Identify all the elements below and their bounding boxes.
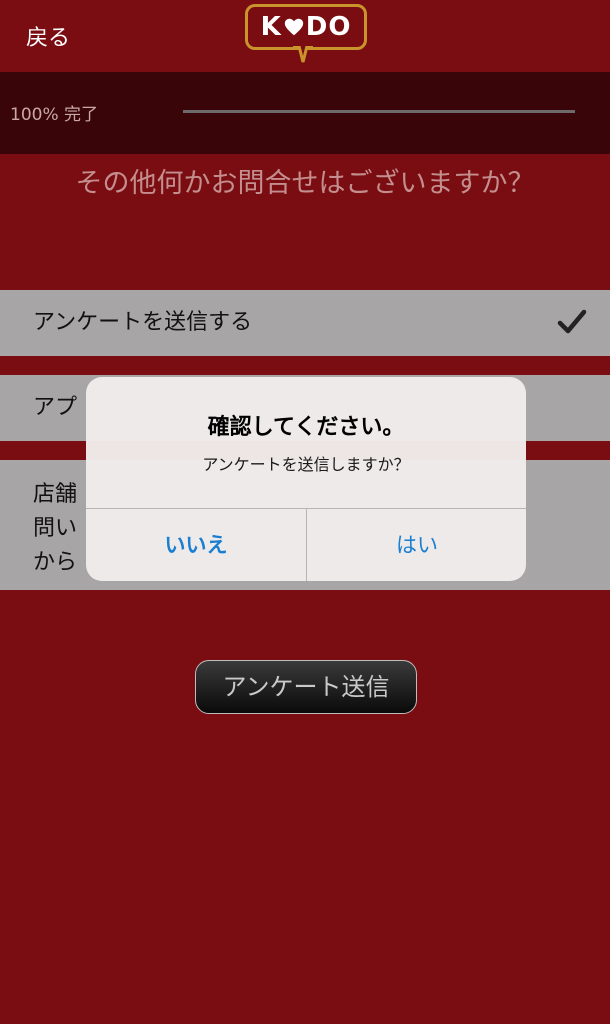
logo-speech-tail-icon <box>293 46 313 63</box>
kodo-logo: K DO <box>245 4 367 50</box>
survey-screen: 戻る K DO 100% 完了 その他何かお問合せはございますか？ アンケートを… <box>0 0 610 1024</box>
logo-text-left: K <box>260 12 282 42</box>
dialog-no-button[interactable]: いいえ <box>86 509 306 581</box>
logo-text-right: DO <box>305 12 352 42</box>
submit-survey-button[interactable]: アンケート送信 <box>195 660 417 714</box>
progress-section: 100% 完了 <box>0 72 610 154</box>
dialog-message: アンケートを送信しますか？ <box>202 455 410 474</box>
option-label: アンケートを送信する <box>33 310 253 335</box>
back-button[interactable]: 戻る <box>26 20 70 52</box>
progress-label: 100% 完了 <box>10 105 99 125</box>
heart-icon <box>284 18 303 36</box>
confirm-dialog: 確認してください。 アンケートを送信しますか？ いいえ はい <box>86 377 526 581</box>
question-text: その他何かお問合せはございますか？ <box>75 168 535 199</box>
header: 戻る K DO <box>0 0 610 72</box>
progress-track <box>183 110 575 113</box>
progress-fill <box>183 110 575 113</box>
dialog-yes-button[interactable]: はい <box>307 509 526 581</box>
checkmark-icon <box>557 309 587 334</box>
option-send-survey[interactable]: アンケートを送信する <box>0 290 610 356</box>
option-label: アプ <box>33 395 78 420</box>
dialog-title: 確認してください。 <box>207 415 405 440</box>
